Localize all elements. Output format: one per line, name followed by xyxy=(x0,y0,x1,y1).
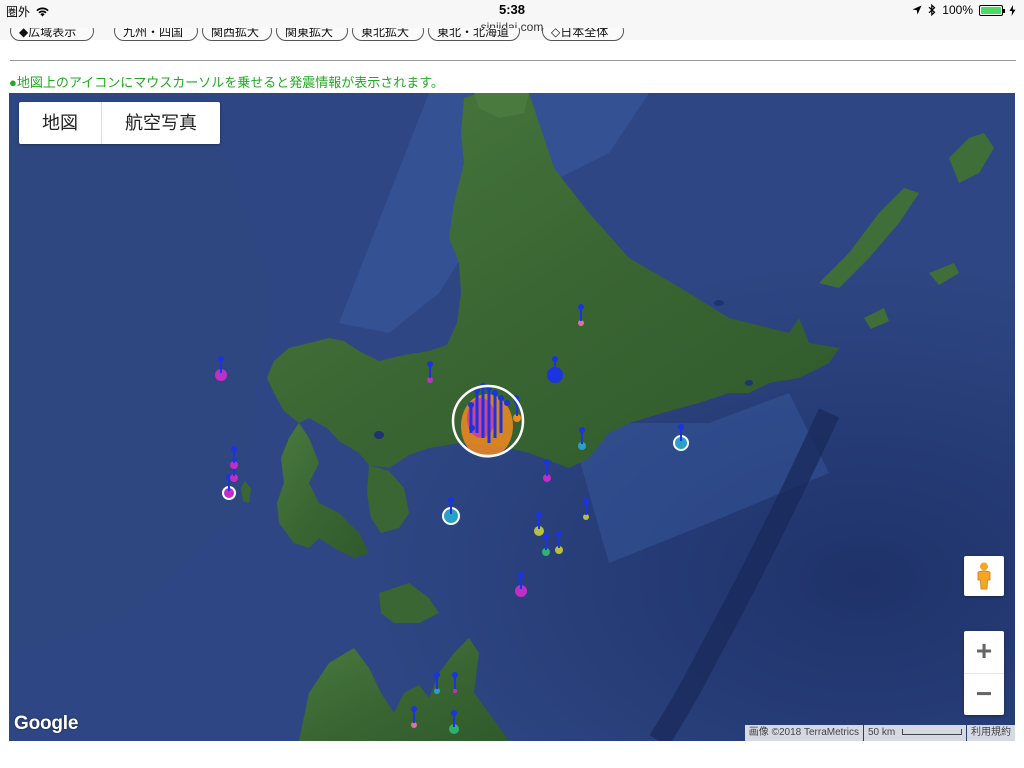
pin-head xyxy=(427,361,433,367)
marker-layer xyxy=(215,304,689,734)
pin-head xyxy=(448,497,454,503)
zoom-in-button[interactable]: + xyxy=(964,631,1004,673)
nav-button-tohoku[interactable]: 東北拡大 xyxy=(352,28,424,41)
quake-marker[interactable] xyxy=(230,446,238,469)
pin-head xyxy=(678,424,684,430)
nav-button-kansai[interactable]: 関西拡大 xyxy=(202,28,272,41)
charging-bolt-icon xyxy=(1009,4,1016,16)
status-right: 100% xyxy=(912,3,1016,17)
quake-marker[interactable] xyxy=(215,356,227,381)
quake-marker[interactable] xyxy=(583,498,589,520)
battery-percent: 100% xyxy=(942,3,973,17)
quake-marker[interactable] xyxy=(427,361,433,383)
pin-head xyxy=(434,672,440,678)
battery-fill xyxy=(981,6,1001,14)
quake-marker[interactable] xyxy=(578,427,586,450)
map-type-map-button[interactable]: 地図 xyxy=(19,102,101,144)
quake-marker[interactable] xyxy=(515,572,527,597)
pin-head xyxy=(451,710,457,716)
pin-head xyxy=(231,446,237,452)
quake-marker[interactable] xyxy=(555,531,563,554)
pin-head xyxy=(518,572,524,578)
quake-marker[interactable] xyxy=(542,533,550,556)
nav-button-all-japan[interactable]: ◇日本全体 xyxy=(542,28,624,41)
street-view-pegman-button[interactable] xyxy=(964,556,1004,596)
pin-head xyxy=(536,512,542,518)
pin-head xyxy=(556,531,562,537)
status-time: 5:38 xyxy=(498,2,526,17)
pin-head xyxy=(411,706,417,712)
quake-marker[interactable] xyxy=(543,459,551,482)
pin-head xyxy=(583,498,589,504)
bluetooth-icon xyxy=(928,4,936,16)
scale-label: 50 km xyxy=(867,727,896,738)
pegman-icon xyxy=(977,562,991,590)
quake-cluster[interactable] xyxy=(451,383,525,458)
quake-marker[interactable] xyxy=(673,424,689,451)
battery-icon xyxy=(979,4,1005,16)
pin-head xyxy=(452,672,458,678)
quake-marker[interactable] xyxy=(547,356,563,383)
scale-bar xyxy=(902,729,962,736)
divider xyxy=(10,60,1016,61)
pin-head xyxy=(218,356,224,362)
quake-marker[interactable] xyxy=(452,672,458,693)
scale-control[interactable]: 50 km xyxy=(863,725,966,741)
quake-dot xyxy=(453,689,457,693)
nav-button-kyushu-shikoku[interactable]: 九州・四国 xyxy=(114,28,198,41)
pin-head xyxy=(543,533,549,539)
google-logo: Google xyxy=(14,713,79,734)
zoom-control: + − xyxy=(964,631,1004,715)
zoom-out-button[interactable]: − xyxy=(964,673,1004,716)
pin-head xyxy=(544,459,550,465)
region-nav: ◆広域表示 九州・四国 関西拡大 関東拡大 東北拡大 東北・北海道 ◇日本全体 xyxy=(10,28,1020,50)
map-type-satellite-button[interactable]: 航空写真 xyxy=(101,102,220,144)
quake-marker[interactable] xyxy=(534,512,544,536)
terms-link[interactable]: 利用規約 xyxy=(967,725,1015,741)
map-attribution: 画像 ©2018 TerraMetrics 50 km 利用規約 xyxy=(744,725,1015,741)
nav-button-kanto[interactable]: 関東拡大 xyxy=(276,28,348,41)
location-arrow-icon xyxy=(912,5,922,15)
nav-button-tohoku-hokkaido[interactable]: 東北・北海道 xyxy=(428,28,520,41)
pin-head xyxy=(579,427,585,433)
quake-marker[interactable] xyxy=(578,304,584,326)
map-view[interactable]: 地図 航空写真 + − Google 画像 ©2018 TerraMetrics… xyxy=(9,93,1015,741)
quake-marker[interactable] xyxy=(442,497,460,525)
pin-head xyxy=(578,304,584,310)
quake-marker[interactable] xyxy=(449,710,459,734)
map-type-control: 地図 航空写真 xyxy=(19,102,220,144)
quake-marker[interactable] xyxy=(411,706,417,728)
nav-button-wide-area[interactable]: ◆広域表示 xyxy=(10,28,94,41)
pin-head xyxy=(552,356,558,362)
notice-text: ●地図上のアイコンにマウスカーソルを乗せると発震情報が表示されます。 xyxy=(9,75,444,90)
quake-marker[interactable] xyxy=(434,672,440,694)
imagery-credit: 画像 ©2018 TerraMetrics xyxy=(744,725,863,741)
